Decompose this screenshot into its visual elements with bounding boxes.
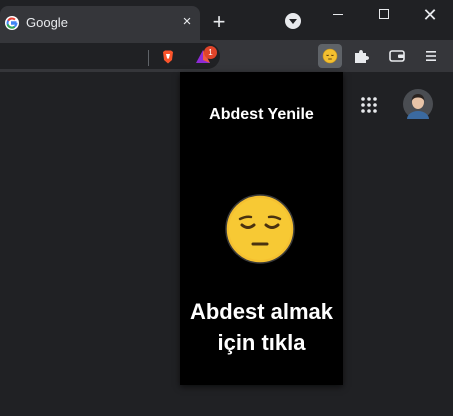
apps-grid-icon[interactable] bbox=[360, 96, 378, 114]
browser-toolbar: 1 bbox=[0, 40, 453, 72]
menu-icon[interactable] bbox=[422, 47, 440, 65]
extensions-puzzle-icon[interactable] bbox=[352, 47, 370, 65]
tab-search-icon[interactable] bbox=[285, 13, 301, 29]
window-close-button[interactable]: ✕ bbox=[407, 0, 453, 30]
popup-cta-text[interactable]: Abdest almak için tıkla bbox=[180, 296, 343, 358]
extension-button-abdest[interactable] bbox=[318, 44, 342, 68]
notification-badge: 1 bbox=[204, 46, 217, 59]
new-tab-button[interactable]: + bbox=[208, 11, 230, 33]
extension-popup: Abdest Yenile Abdest almak için tıkla bbox=[180, 72, 343, 385]
wallet-icon[interactable] bbox=[388, 47, 406, 65]
pensive-face-icon[interactable] bbox=[225, 194, 295, 264]
minimize-button[interactable] bbox=[315, 0, 361, 30]
google-g-icon bbox=[5, 16, 19, 30]
tab-google[interactable]: Google × bbox=[0, 6, 200, 40]
brave-shields-icon[interactable] bbox=[160, 49, 176, 65]
pensive-face-icon bbox=[322, 48, 338, 64]
address-bar[interactable]: 1 bbox=[0, 43, 220, 69]
tab-title: Google bbox=[26, 15, 68, 30]
popup-title: Abdest Yenile bbox=[209, 106, 314, 123]
divider bbox=[148, 50, 149, 66]
tab-strip: Google × + ✕ bbox=[0, 0, 453, 40]
tab-close-button[interactable]: × bbox=[178, 13, 196, 31]
maximize-button[interactable] bbox=[361, 0, 407, 30]
avatar[interactable] bbox=[403, 89, 433, 119]
